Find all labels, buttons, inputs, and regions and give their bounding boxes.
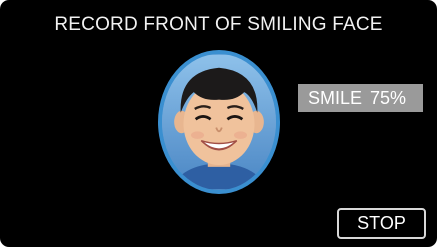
smile-level-badge: SMILE 75% [298,84,423,112]
face-capture-frame [158,50,280,194]
stop-button[interactable]: STOP [337,208,426,239]
face-preview-image [162,54,276,190]
camera-screen: RECORD FRONT OF SMILING FACE SMILE 75% S… [0,0,437,247]
smile-percentage: 75% [370,88,407,108]
page-title: RECORD FRONT OF SMILING FACE [54,14,383,35]
smile-label: SMILE [308,88,363,108]
